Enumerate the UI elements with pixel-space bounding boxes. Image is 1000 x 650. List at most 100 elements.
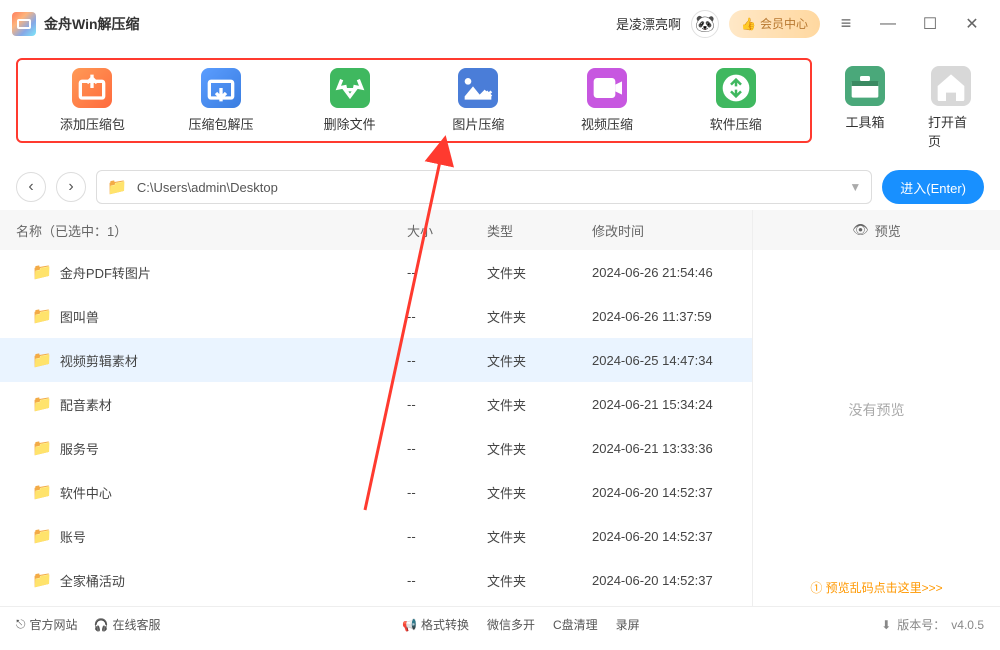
thumbs-up-icon: 👍 <box>741 17 756 31</box>
folder-icon: 📁 <box>32 438 52 458</box>
file-date: 2024-06-21 13:33:36 <box>592 441 752 456</box>
avatar[interactable]: 🐼 <box>691 10 719 38</box>
extract-archive-icon <box>201 68 241 108</box>
add-archive-button[interactable]: 添加压缩包 <box>28 68 157 133</box>
file-name: 账号 <box>60 527 407 546</box>
file-size: -- <box>407 573 487 588</box>
file-name: 图叫兽 <box>60 307 407 326</box>
folder-icon: 📁 <box>32 350 52 370</box>
member-center-button[interactable]: 👍 会员中心 <box>729 10 820 38</box>
file-header: 名称（已选中：1） 大小 类型 修改时间 <box>0 210 752 250</box>
enter-button[interactable]: 进入(Enter) <box>882 170 984 204</box>
file-type: 文件夹 <box>487 263 592 282</box>
file-date: 2024-06-20 14:52:37 <box>592 529 752 544</box>
file-type: 文件夹 <box>487 571 592 590</box>
file-row[interactable]: 📁配音素材--文件夹2024-06-21 15:34:24 <box>0 382 752 426</box>
add-archive-icon <box>72 68 112 108</box>
download-icon: ⬇ <box>881 618 891 632</box>
open-home-button[interactable]: 打开首页 <box>928 66 974 150</box>
eye-icon: 👁 <box>852 222 869 238</box>
image-compress-icon <box>458 68 498 108</box>
megaphone-icon: 📢 <box>402 618 417 632</box>
file-size: -- <box>407 529 487 544</box>
app-logo <box>12 12 36 36</box>
folder-icon: 📁 <box>32 570 52 590</box>
folder-icon: 📁 <box>32 482 52 502</box>
home-icon <box>931 66 971 106</box>
file-type: 文件夹 <box>487 395 592 414</box>
col-date[interactable]: 修改时间 <box>592 221 752 240</box>
format-convert-link[interactable]: 📢 格式转换 <box>402 616 469 633</box>
software-compress-icon <box>716 68 756 108</box>
col-size[interactable]: 大小 <box>407 221 487 240</box>
file-size: -- <box>407 441 487 456</box>
folder-icon: 📁 <box>32 262 52 282</box>
version-label: ⬇ 版本号：v4.0.5 <box>881 616 984 633</box>
file-date: 2024-06-21 15:34:24 <box>592 397 752 412</box>
preview-empty: 没有预览 <box>753 250 1000 569</box>
file-date: 2024-06-25 14:47:34 <box>592 353 752 368</box>
video-compress-icon <box>587 68 627 108</box>
close-button[interactable]: ✕ <box>956 8 988 40</box>
folder-icon: 📁 <box>32 306 52 326</box>
minimize-button[interactable]: — <box>872 8 904 40</box>
file-name: 软件中心 <box>60 483 407 502</box>
app-title: 金舟Win解压缩 <box>44 14 140 34</box>
extract-archive-button[interactable]: 压缩包解压 <box>157 68 286 133</box>
file-row[interactable]: 📁软件中心--文件夹2024-06-20 14:52:37 <box>0 470 752 514</box>
file-row[interactable]: 📁服务号--文件夹2024-06-21 13:33:36 <box>0 426 752 470</box>
headset-icon: 🎧 <box>94 618 109 632</box>
col-name[interactable]: 名称（已选中：1） <box>16 221 407 240</box>
titlebar: 金舟Win解压缩 是凌漂亮啊 🐼 👍 会员中心 ≡ — ☐ ✕ <box>0 0 1000 48</box>
path-input[interactable]: 📁 C:\Users\admin\Desktop ▼ <box>96 170 872 204</box>
toolbox-button[interactable]: 工具箱 <box>842 66 888 150</box>
menu-button[interactable]: ≡ <box>830 8 862 40</box>
file-row[interactable]: 📁 全家桶活动--文件夹2024-06-20 14:52:37 <box>0 558 752 602</box>
pathbar: ‹ › 📁 C:\Users\admin\Desktop ▼ 进入(Enter) <box>0 164 1000 210</box>
content-area: 名称（已选中：1） 大小 类型 修改时间 📁金舟PDF转图片--文件夹2024-… <box>0 210 1000 606</box>
file-name: 配音素材 <box>60 395 407 414</box>
file-name: 金舟PDF转图片 <box>60 263 407 282</box>
file-row[interactable]: 📁 账号--文件夹2024-06-20 14:52:37 <box>0 514 752 558</box>
file-date: 2024-06-26 21:54:46 <box>592 265 752 280</box>
software-compress-button[interactable]: 软件压缩 <box>671 68 800 133</box>
file-type: 文件夹 <box>487 307 592 326</box>
preview-garbled-link[interactable]: ① 预览乱码点击这里>>> <box>753 569 1000 606</box>
cdisk-clean-link[interactable]: C盘清理 <box>553 616 598 633</box>
file-name: 全家桶活动 <box>60 571 407 590</box>
wechat-multi-link[interactable]: 微信多开 <box>487 616 535 633</box>
video-compress-button[interactable]: 视频压缩 <box>543 68 672 133</box>
file-date: 2024-06-20 14:52:37 <box>592 573 752 588</box>
file-name: 视频剪辑素材 <box>60 351 407 370</box>
file-type: 文件夹 <box>487 527 592 546</box>
preview-panel: 👁 预览 没有预览 ① 预览乱码点击这里>>> <box>752 210 1000 606</box>
file-type: 文件夹 <box>487 483 592 502</box>
file-row[interactable]: 📁 金舟PDF转图片--文件夹2024-06-26 21:54:46 <box>0 250 752 294</box>
screen-record-link[interactable]: 录屏 <box>616 616 640 633</box>
file-browser: 名称（已选中：1） 大小 类型 修改时间 📁金舟PDF转图片--文件夹2024-… <box>0 210 752 606</box>
highlighted-tool-group: 添加压缩包 压缩包解压 删除文件 图片压缩 视频压缩 软件压缩 <box>16 58 812 143</box>
file-size: -- <box>407 265 487 280</box>
recycle-icon <box>330 68 370 108</box>
file-size: -- <box>407 485 487 500</box>
preview-header: 👁 预览 <box>753 210 1000 250</box>
file-type: 文件夹 <box>487 351 592 370</box>
nav-back-button[interactable]: ‹ <box>16 172 46 202</box>
folder-icon: 📁 <box>32 526 52 546</box>
statusbar: ⎋ 官方网站 🎧 在线客服 📢 格式转换 微信多开 C盘清理 录屏 ⬇ 版本号：… <box>0 606 1000 642</box>
nav-forward-button[interactable]: › <box>56 172 86 202</box>
delete-file-button[interactable]: 删除文件 <box>285 68 414 133</box>
toolbox-icon <box>845 66 885 106</box>
support-link[interactable]: 🎧 在线客服 <box>94 616 161 633</box>
file-row[interactable]: 📁图叫兽--文件夹2024-06-26 11:37:59 <box>0 294 752 338</box>
user-greeting: 是凌漂亮啊 <box>616 14 681 33</box>
file-list: 📁金舟PDF转图片--文件夹2024-06-26 21:54:46📁图叫兽--文… <box>0 250 752 606</box>
maximize-button[interactable]: ☐ <box>914 8 946 40</box>
file-row[interactable]: 📁视频剪辑素材--文件夹2024-06-25 14:47:34 <box>0 338 752 382</box>
toolbar: 添加压缩包 压缩包解压 删除文件 图片压缩 视频压缩 软件压缩 <box>0 48 1000 164</box>
file-type: 文件夹 <box>487 439 592 458</box>
file-size: -- <box>407 397 487 412</box>
col-type[interactable]: 类型 <box>487 221 592 240</box>
image-compress-button[interactable]: 图片压缩 <box>414 68 543 133</box>
official-website-link[interactable]: ⎋ 官方网站 <box>16 616 78 633</box>
